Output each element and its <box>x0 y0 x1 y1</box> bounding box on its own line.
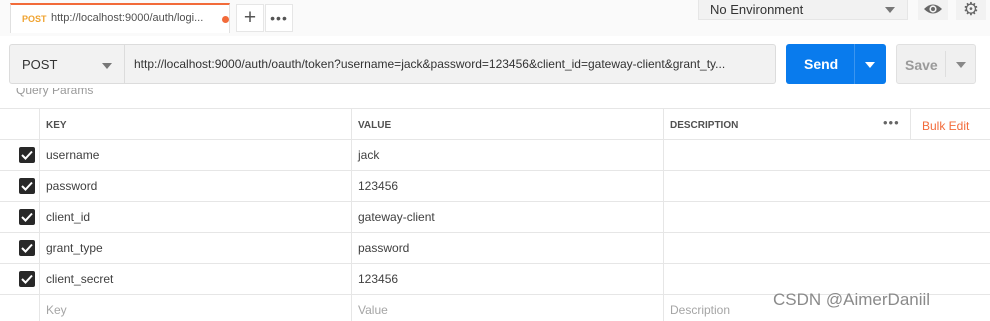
row-checkbox[interactable] <box>19 147 35 163</box>
watermark: CSDN @AimerDaniil <box>773 290 931 309</box>
table-row: username jack <box>0 139 990 170</box>
method-select[interactable]: POST <box>9 44 125 84</box>
section-label: Query Params <box>16 88 94 97</box>
url-text: http://localhost:9000/auth/oauth/token?u… <box>134 57 726 71</box>
param-value[interactable]: jack <box>358 148 379 162</box>
param-value[interactable]: password <box>358 241 409 255</box>
column-header-description: DESCRIPTION <box>670 120 739 131</box>
row-checkbox[interactable] <box>19 178 35 194</box>
column-header-key: KEY <box>46 120 67 131</box>
tab-more-button[interactable]: ••• <box>265 4 293 32</box>
bulk-edit-link[interactable]: Bulk Edit <box>922 119 969 133</box>
environment-settings-button[interactable]: ⚙ <box>956 0 986 20</box>
column-options-button[interactable]: ••• <box>883 115 900 130</box>
param-key[interactable]: grant_type <box>46 241 103 255</box>
check-icon <box>21 150 33 160</box>
new-value-input[interactable]: Value <box>358 303 388 317</box>
send-button[interactable]: Send <box>786 44 886 84</box>
gear-icon: ⚙ <box>962 0 980 19</box>
save-label: Save <box>905 57 938 73</box>
environment-label: No Environment <box>710 2 804 17</box>
column-divider <box>910 109 911 139</box>
param-value[interactable]: 123456 <box>358 179 398 193</box>
chevron-down-icon <box>102 63 112 69</box>
param-key[interactable]: client_id <box>46 210 90 224</box>
check-icon <box>21 243 33 253</box>
url-input[interactable]: http://localhost:9000/auth/oauth/token?u… <box>125 44 776 84</box>
chevron-down-icon <box>885 7 895 13</box>
environment-select[interactable]: No Environment <box>698 0 908 20</box>
table-row: client_id gateway-client <box>0 201 990 232</box>
row-checkbox[interactable] <box>19 240 35 256</box>
param-value[interactable]: 123456 <box>358 272 398 286</box>
new-description-input[interactable]: Description <box>670 303 730 317</box>
param-key[interactable]: username <box>46 148 99 162</box>
column-header-value: VALUE <box>358 120 392 131</box>
new-tab-button[interactable]: + <box>236 4 264 32</box>
unsaved-dot-icon <box>222 16 229 23</box>
request-tab[interactable]: POST http://localhost:9000/auth/logi... <box>10 3 230 33</box>
tab-bar: POST http://localhost:9000/auth/logi... … <box>0 0 990 36</box>
row-checkbox[interactable] <box>19 271 35 287</box>
param-key[interactable]: client_secret <box>46 272 113 286</box>
method-label: POST <box>22 57 58 72</box>
table-row: grant_type password <box>0 232 990 263</box>
chevron-down-icon[interactable] <box>865 62 875 68</box>
environment-quick-look-button[interactable] <box>918 0 948 20</box>
send-divider <box>854 44 855 84</box>
table-row: password 123456 <box>0 170 990 201</box>
tab-method: POST <box>22 14 47 24</box>
check-icon <box>21 212 33 222</box>
check-icon <box>21 181 33 191</box>
chevron-down-icon[interactable] <box>956 62 966 68</box>
param-value[interactable]: gateway-client <box>358 210 435 224</box>
eye-icon <box>924 4 942 14</box>
new-key-input[interactable]: Key <box>46 303 67 317</box>
save-button[interactable]: Save <box>896 44 976 84</box>
row-checkbox[interactable] <box>19 209 35 225</box>
save-divider <box>945 51 946 77</box>
check-icon <box>21 274 33 284</box>
param-key[interactable]: password <box>46 179 97 193</box>
tab-url: http://localhost:9000/auth/logi... <box>51 12 204 24</box>
send-label: Send <box>804 56 839 72</box>
